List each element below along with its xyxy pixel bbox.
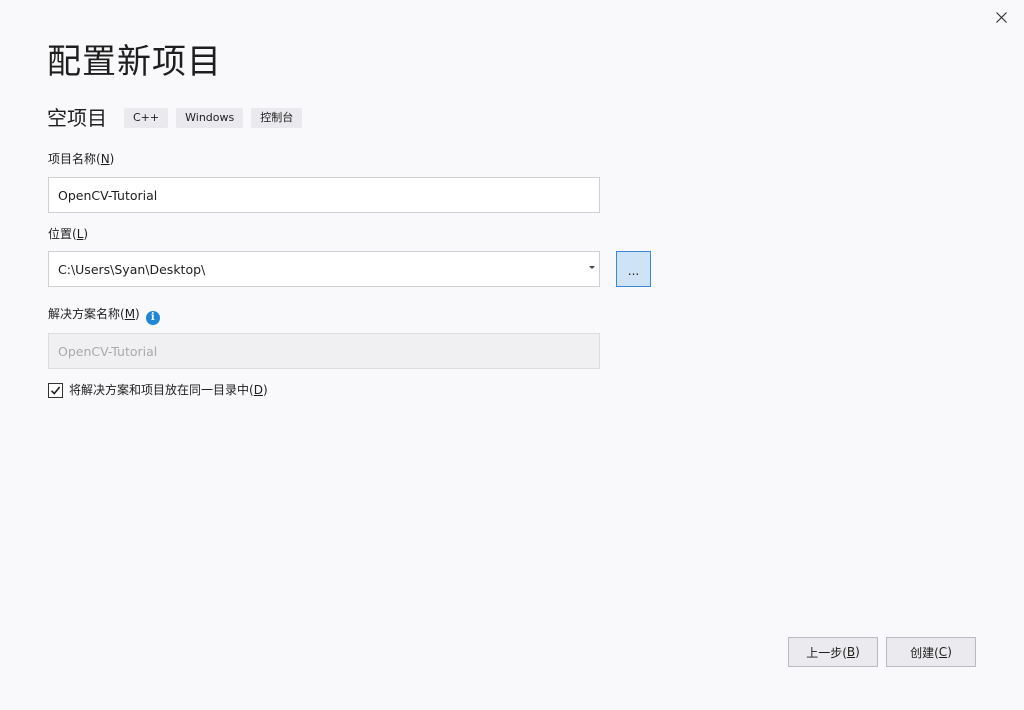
browse-button[interactable]: ... <box>616 251 651 287</box>
location-value: C:\Users\Syan\Desktop\ <box>58 261 206 277</box>
solution-name-input: OpenCV-Tutorial <box>48 333 600 369</box>
same-directory-checkbox[interactable] <box>48 382 63 398</box>
tag-project-type: 控制台 <box>251 108 303 128</box>
project-name-input[interactable]: OpenCV-Tutorial <box>48 177 600 213</box>
same-directory-option[interactable]: 将解决方案和项目放在同一目录中(D) <box>48 381 268 399</box>
location-label: 位置(L) <box>48 227 89 241</box>
same-directory-label: 将解决方案和项目放在同一目录中(D) <box>69 383 268 397</box>
chevron-down-icon[interactable] <box>589 266 595 269</box>
browse-label: ... <box>627 264 640 278</box>
back-button[interactable]: 上一步(B) <box>788 637 878 667</box>
tag-language: C++ <box>124 108 169 128</box>
location-combobox[interactable]: C:\Users\Syan\Desktop\ <box>48 251 600 287</box>
page-title: 配置新项目 <box>47 42 222 82</box>
close-icon <box>995 11 1007 23</box>
template-summary: 空项目 C++ Windows 控制台 <box>47 103 310 133</box>
tag-platform: Windows <box>176 108 244 128</box>
project-name-value: OpenCV-Tutorial <box>58 187 158 203</box>
solution-name-value: OpenCV-Tutorial <box>58 343 158 359</box>
project-name-label: 项目名称(N) <box>48 152 115 166</box>
checkmark-icon <box>50 385 61 395</box>
template-name: 空项目 <box>47 106 107 130</box>
solution-name-label: 解决方案名称(M) i <box>48 306 160 325</box>
create-button[interactable]: 创建(C) <box>886 637 976 667</box>
close-button[interactable] <box>990 6 1012 28</box>
info-icon[interactable]: i <box>145 311 160 325</box>
